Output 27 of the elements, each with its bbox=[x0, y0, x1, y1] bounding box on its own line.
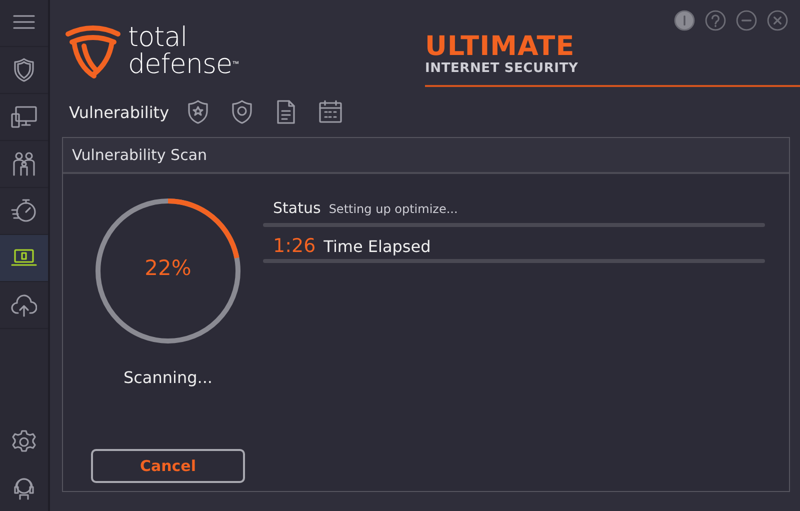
section-title: Vulnerability bbox=[69, 102, 170, 122]
status-label: Status bbox=[273, 199, 321, 217]
status-value: Setting up optimize... bbox=[328, 202, 458, 216]
sidebar-item[interactable] bbox=[0, 235, 48, 282]
settings-icon bbox=[11, 429, 37, 455]
elapsed-time: 1:26 bbox=[273, 235, 316, 257]
close-icon[interactable] bbox=[767, 10, 788, 31]
logo-text: total bbox=[128, 24, 188, 51]
calendar-icon[interactable] bbox=[317, 98, 344, 126]
info-icon[interactable] bbox=[674, 10, 695, 31]
logo-icon bbox=[64, 24, 122, 80]
cloud-upload-icon bbox=[11, 292, 37, 318]
panel-title: Vulnerability Scan bbox=[72, 146, 208, 164]
cancel-button[interactable]: Cancel bbox=[91, 449, 245, 483]
progress-percent: 22% bbox=[144, 256, 192, 280]
support-icon bbox=[11, 475, 37, 501]
product-subtitle: INTERNET SECURITY bbox=[425, 61, 580, 77]
family-icon bbox=[11, 151, 37, 177]
elapsed-label: Time Elapsed bbox=[324, 237, 431, 256]
logo-text: defense bbox=[128, 49, 232, 80]
minimize-icon[interactable] bbox=[736, 10, 757, 31]
help-icon[interactable] bbox=[705, 10, 726, 31]
devices-icon bbox=[11, 104, 37, 130]
scan-status-caption: Scanning... bbox=[123, 368, 213, 387]
product-title: ULTIMATE bbox=[425, 33, 576, 61]
shield-icon bbox=[11, 57, 37, 83]
speedometer-icon bbox=[11, 198, 37, 224]
